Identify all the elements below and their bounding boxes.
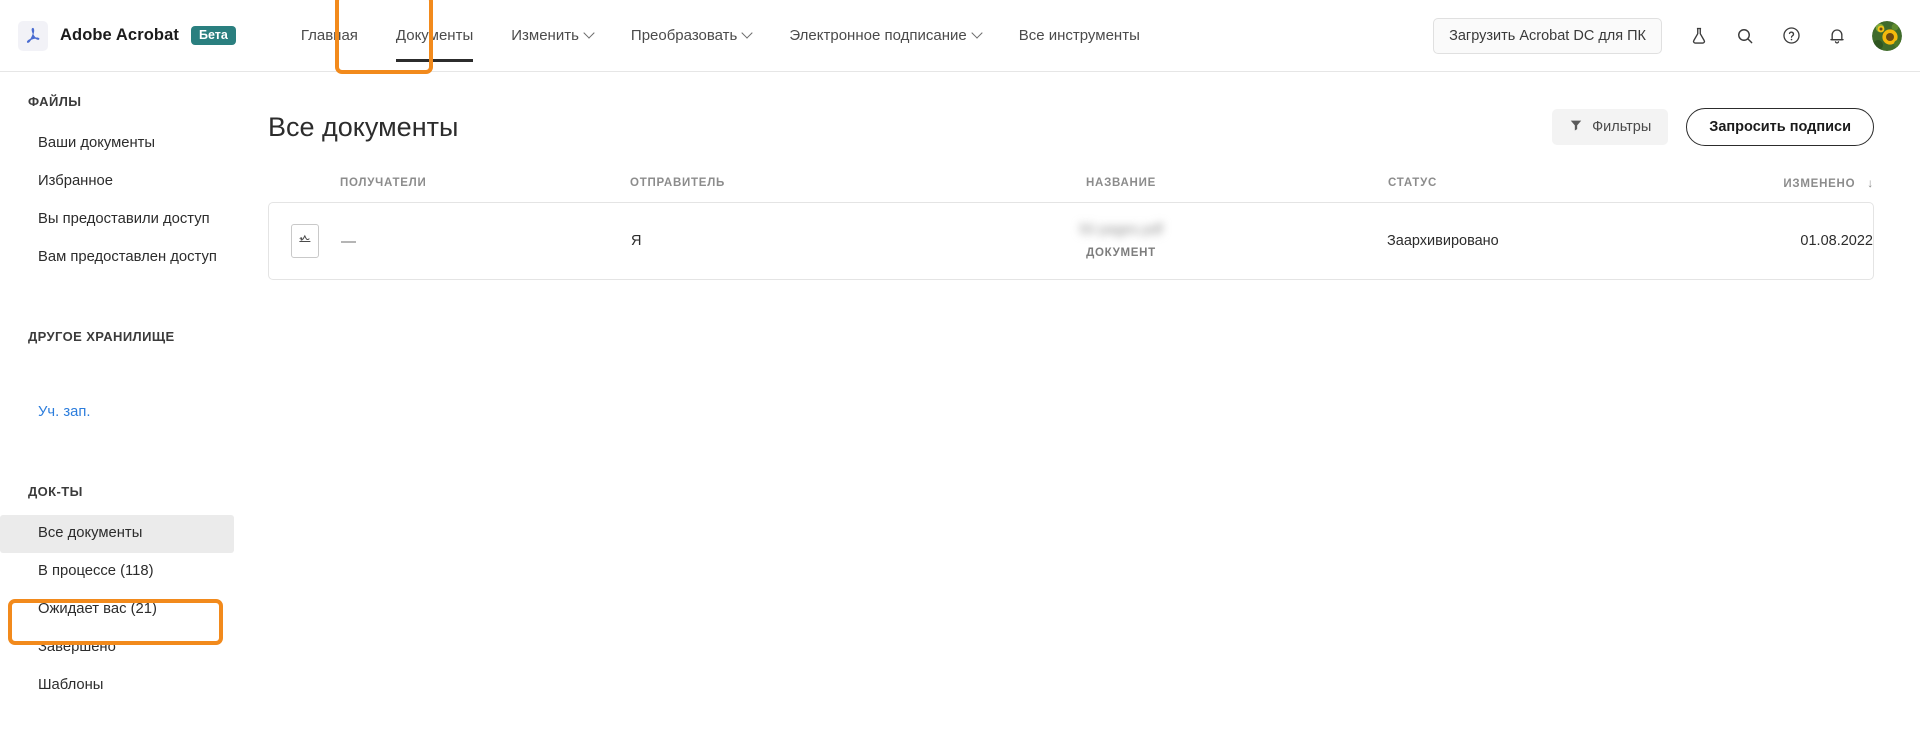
row-recipients: — (341, 233, 631, 250)
nav-item-all-tools[interactable]: Все инструменты (1000, 0, 1159, 72)
main-content: Все документы Фильтры Запросить подписи (268, 72, 1920, 753)
sidebar-item-in-progress[interactable]: В процессе (118) (0, 553, 234, 591)
download-acrobat-button[interactable]: Загрузить Acrobat DC для ПК (1433, 17, 1662, 54)
table-header-recipients[interactable]: ПОЛУЧАТЕЛИ (340, 177, 630, 189)
page-header: Все документы Фильтры Запросить подписи (268, 72, 1874, 146)
brand-name: Adobe Acrobat (60, 26, 179, 44)
page-title: Все документы (268, 111, 459, 142)
sidebar-item-accounts[interactable]: Уч. зап. (0, 394, 234, 432)
top-navigation-bar: Adobe Acrobat Бета Главная Документы Изм… (0, 0, 1920, 74)
page-body: ФАЙЛЫ Ваши документы Избранное Вы предос… (0, 72, 1920, 753)
sidebar-item-your-documents[interactable]: Ваши документы (0, 125, 234, 163)
table-row[interactable]: — Я 50 pages.pdf ДОКУМЕНТ Заархивировано… (268, 202, 1874, 280)
nav-item-convert-label: Преобразовать (630, 27, 738, 44)
funnel-icon (1569, 118, 1583, 136)
documents-table: ПОЛУЧАТЕЛИ ОТПРАВИТЕЛЬ НАЗВАНИЕ СТАТУС И… (268, 176, 1874, 280)
search-icon[interactable] (1724, 15, 1766, 57)
table-header-modified[interactable]: ИЗМЕНЕНО ↓ (1694, 176, 1874, 190)
nav-item-edit[interactable]: Изменить (492, 0, 612, 72)
sidebar: ФАЙЛЫ Ваши документы Избранное Вы предос… (0, 72, 268, 753)
chevron-down-icon (741, 26, 754, 39)
row-modified-date: 01.08.2022 (1800, 233, 1873, 249)
table-header-row: ПОЛУЧАТЕЛИ ОТПРАВИТЕЛЬ НАЗВАНИЕ СТАТУС И… (268, 176, 1874, 202)
chevron-down-icon (583, 26, 595, 39)
nav-item-documents-label: Документы (395, 27, 474, 44)
main-navigation: Главная Документы Изменить Преобразовать… (282, 0, 1159, 72)
filters-button-label: Фильтры (1592, 119, 1652, 135)
signed-document-icon (291, 224, 319, 258)
row-file-name: 50 pages.pdf (1079, 222, 1163, 238)
sidebar-item-templates[interactable]: Шаблоны (0, 667, 234, 705)
nav-item-esign[interactable]: Электронное подписание (770, 0, 999, 72)
sidebar-item-favorites[interactable]: Избранное (0, 163, 234, 201)
nav-item-convert[interactable]: Преобразовать (612, 0, 770, 72)
sidebar-item-all-documents[interactable]: Все документы (0, 514, 234, 553)
avatar[interactable] (1872, 20, 1902, 51)
row-recipients-value: — (341, 232, 356, 250)
nav-item-home[interactable]: Главная (282, 0, 377, 72)
nav-item-esign-label: Электронное подписание (789, 27, 967, 44)
sidebar-item-shared-with-you[interactable]: Вам предоставлен доступ (0, 239, 234, 277)
nav-item-home-label: Главная (300, 27, 358, 44)
table-header-status[interactable]: СТАТУС (1364, 177, 1694, 189)
row-name-cell: 50 pages.pdf ДОКУМЕНТ (879, 220, 1363, 262)
nav-item-all-tools-label: Все инструменты (1018, 27, 1140, 44)
row-icon-cell (269, 224, 341, 258)
sidebar-item-shared-by-you[interactable]: Вы предоставили доступ (0, 201, 234, 239)
beta-badge: Бета (190, 25, 236, 46)
help-icon[interactable] (1770, 15, 1812, 57)
top-right-actions: Загрузить Acrobat DC для ПК (1433, 15, 1920, 57)
acrobat-logo-icon (18, 20, 48, 51)
row-status: Заархивировано (1387, 233, 1499, 249)
brand: Adobe Acrobat Бета (0, 20, 236, 51)
sidebar-section-docs: ДОК-ТЫ (28, 483, 83, 499)
table-header-name[interactable]: НАЗВАНИЕ (878, 177, 1364, 189)
request-signatures-button[interactable]: Запросить подписи (1686, 108, 1874, 146)
page-header-actions: Фильтры Запросить подписи (1552, 108, 1874, 146)
sidebar-section-other-storage: ДРУГОЕ ХРАНИЛИЩЕ (28, 328, 175, 344)
filters-button[interactable]: Фильтры (1552, 109, 1669, 145)
sidebar-item-completed[interactable]: Завершено (0, 629, 234, 667)
row-sender: Я (631, 233, 642, 249)
sidebar-section-files: ФАЙЛЫ (28, 94, 82, 109)
sort-descending-arrow-icon: ↓ (1867, 176, 1874, 190)
beaker-icon[interactable] (1678, 15, 1720, 57)
chevron-down-icon (971, 26, 983, 39)
nav-item-documents[interactable]: Документы (377, 0, 492, 72)
bell-icon[interactable] (1816, 15, 1858, 57)
row-file-kind: ДОКУМЕНТ (1086, 246, 1156, 259)
table-header-modified-label: ИЗМЕНЕНО (1783, 178, 1856, 190)
sidebar-item-waiting-for-you[interactable]: Ожидает вас (21) (0, 591, 234, 629)
nav-item-edit-label: Изменить (511, 27, 579, 44)
table-header-sender[interactable]: ОТПРАВИТЕЛЬ (630, 177, 878, 189)
